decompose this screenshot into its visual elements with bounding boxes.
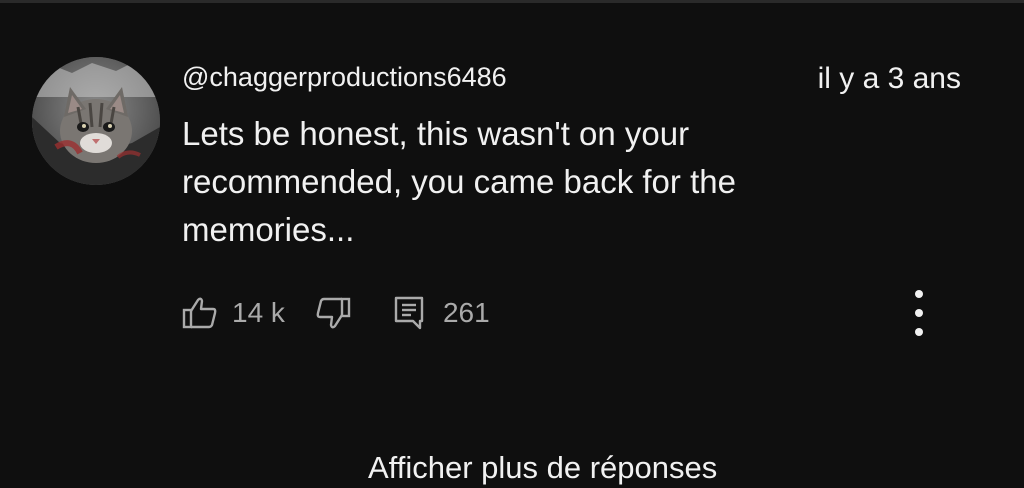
comment-icon [394, 296, 424, 330]
like-count: 14 k [232, 297, 285, 328]
more-vertical-icon-dot [915, 328, 923, 336]
reply-count: 261 [442, 297, 490, 328]
comment-timestamp: il y a 3 ans [817, 62, 961, 95]
comment-text: Lets be honest, this wasn't on your reco… [182, 115, 736, 248]
thumbs-up-icon [182, 297, 217, 329]
more-options-button[interactable] [904, 290, 934, 336]
cat-avatar-icon [32, 57, 160, 185]
show-more-replies-button[interactable]: Afficher plus de réponses [368, 448, 717, 488]
like-button[interactable]: 14 k [182, 296, 285, 330]
comment-author[interactable]: @chaggerproductions6486 [182, 60, 507, 94]
reply-button[interactable]: 261 [393, 295, 490, 331]
comment-item: @chaggerproductions6486 il y a 3 ans Let… [0, 0, 1024, 485]
more-vertical-icon-dot [915, 290, 923, 298]
dislike-button[interactable] [315, 296, 351, 330]
more-vertical-icon-dot [915, 309, 923, 317]
thumbs-down-icon [316, 297, 351, 329]
comment-actions: 14 k 261 [182, 289, 490, 337]
author-avatar[interactable] [32, 57, 160, 185]
